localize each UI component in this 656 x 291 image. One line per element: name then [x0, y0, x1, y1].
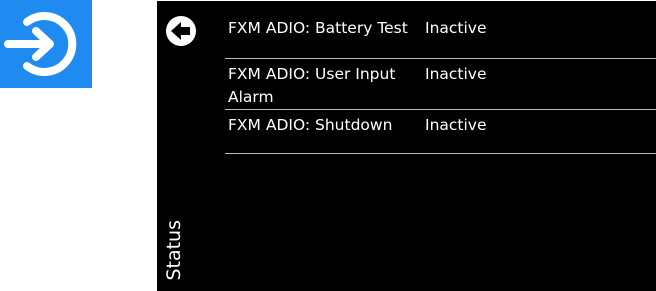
list-item[interactable]: FXM ADIO: User Input Alarm Inactive [225, 59, 656, 110]
status-screen: Status FXM ADIO: Battery Test Inactive F… [157, 1, 656, 291]
side-label-status: Status [163, 220, 185, 281]
item-status: Inactive [425, 65, 487, 83]
item-status: Inactive [425, 116, 487, 134]
back-button[interactable] [165, 15, 197, 47]
list-item[interactable]: FXM ADIO: Battery Test Inactive [225, 1, 656, 59]
item-status: Inactive [425, 19, 487, 37]
status-list: FXM ADIO: Battery Test Inactive FXM ADIO… [225, 1, 656, 154]
item-name: FXM ADIO: Battery Test [228, 19, 408, 37]
item-name: FXM ADIO: User Input Alarm [228, 65, 396, 106]
list-item[interactable]: FXM ADIO: Shutdown Inactive [225, 110, 656, 154]
item-name: FXM ADIO: Shutdown [228, 116, 393, 134]
login-arrow-icon[interactable] [0, 0, 92, 88]
back-arrow-icon [166, 16, 196, 46]
